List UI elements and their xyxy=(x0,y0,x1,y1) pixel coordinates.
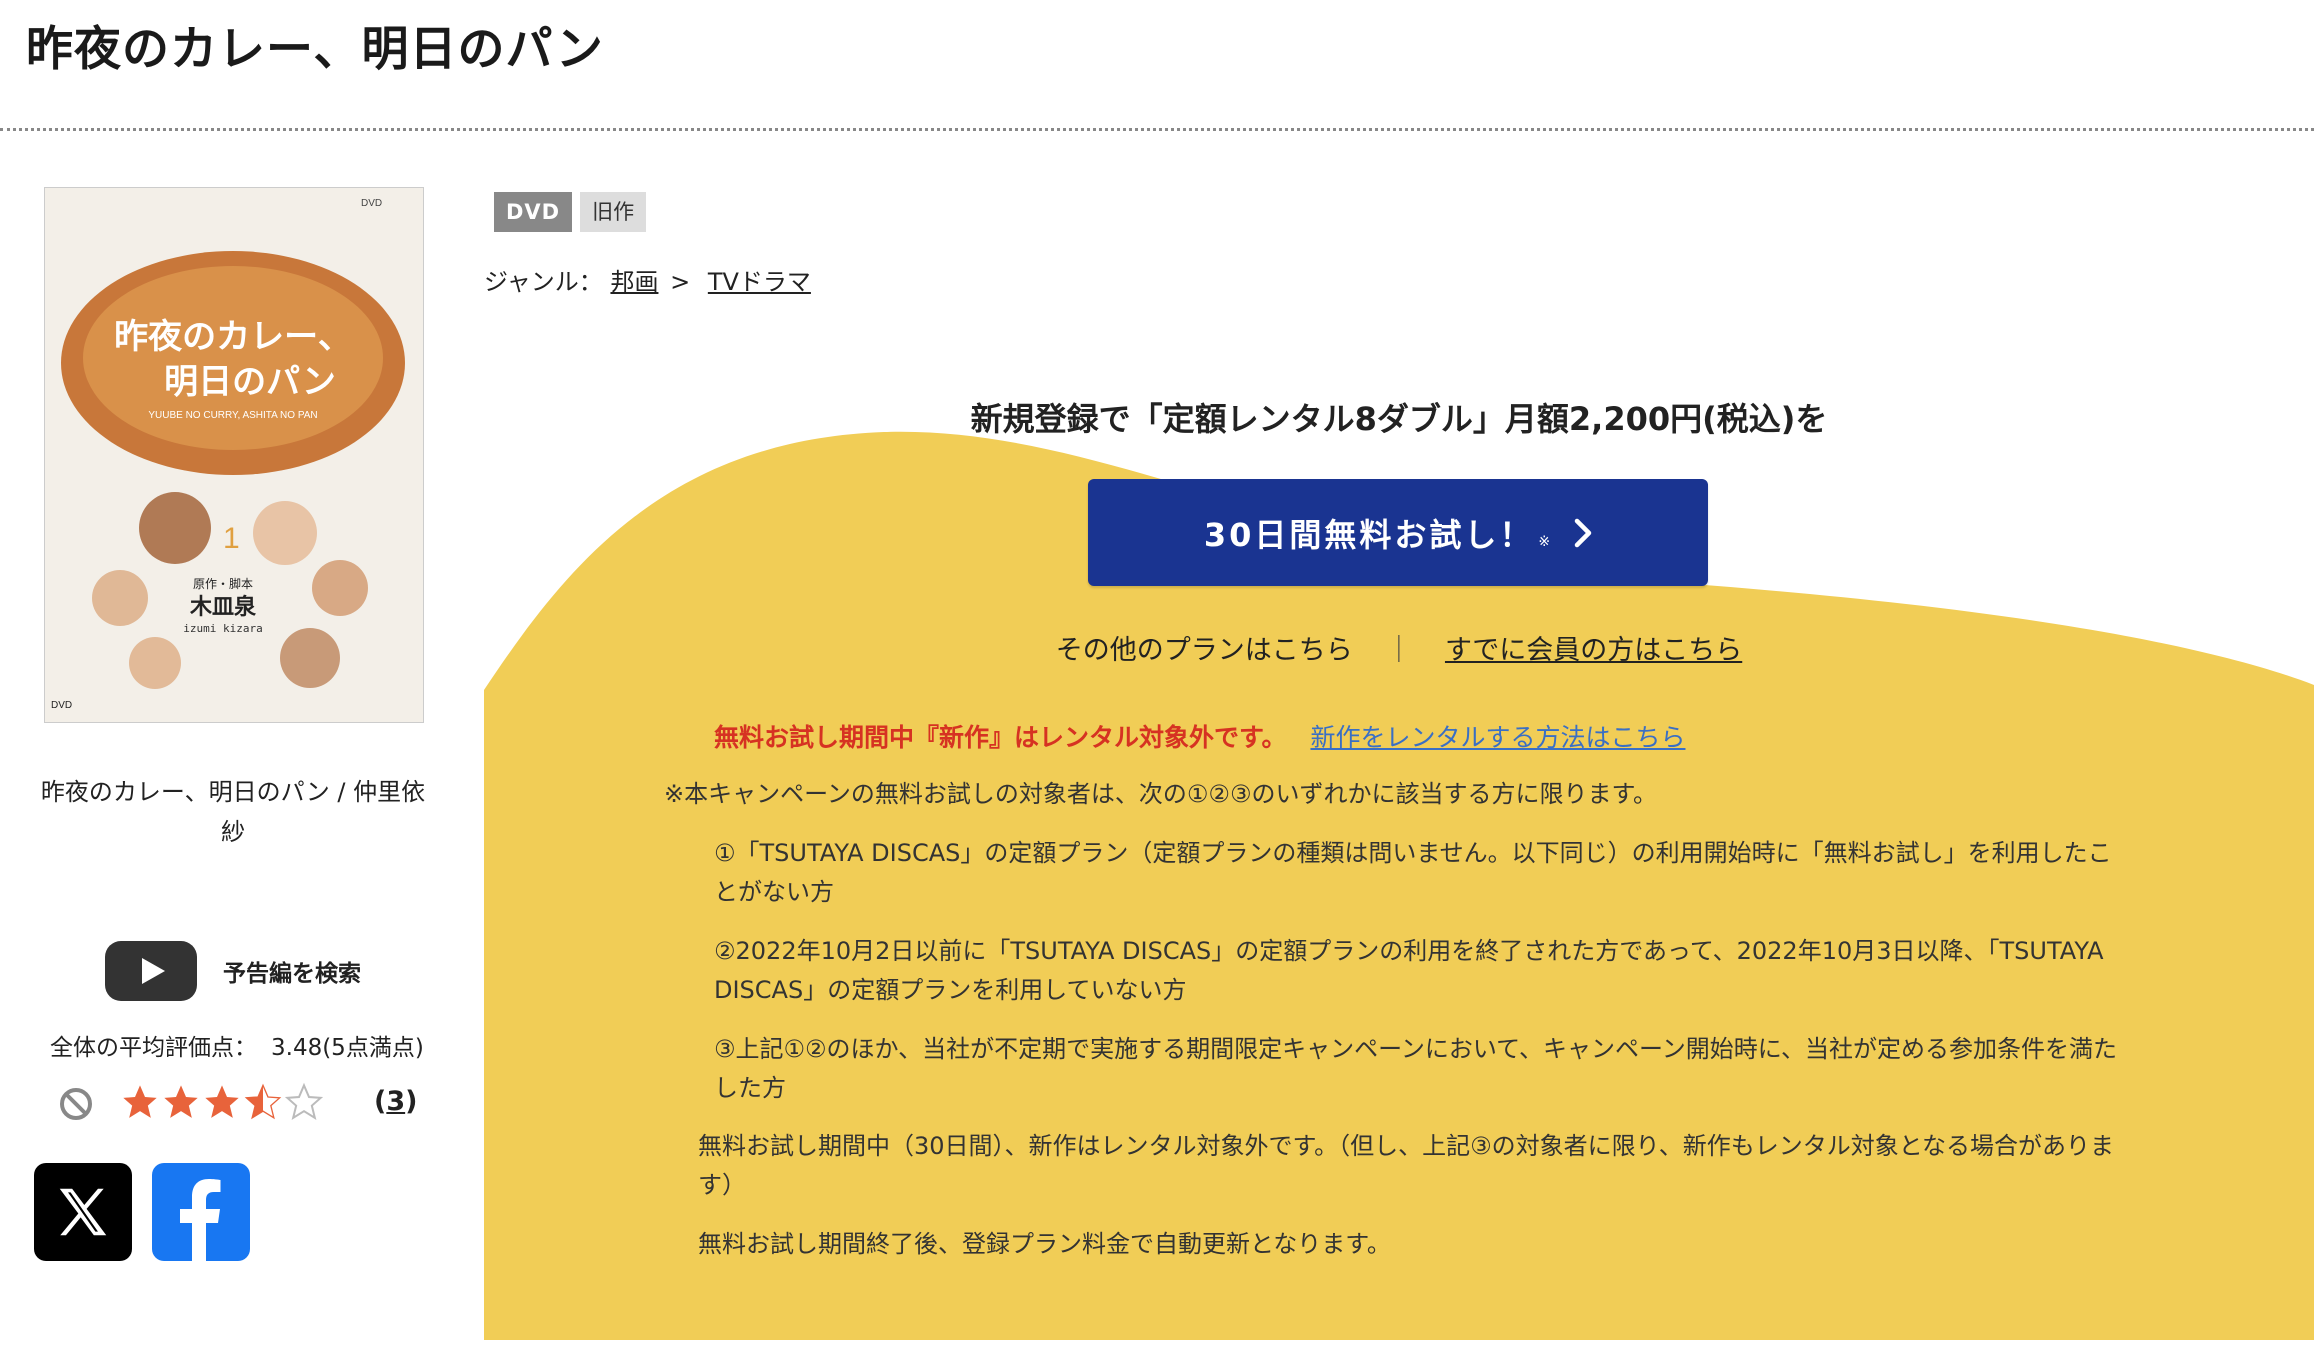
chevron-right-icon xyxy=(1574,518,1592,547)
rating-row: (3) xyxy=(58,1082,418,1130)
free-trial-note: ※ xyxy=(1538,533,1551,550)
average-rating-label: 全体の平均評価点： xyxy=(50,1035,257,1061)
title-divider xyxy=(0,128,2314,131)
star-empty-icon xyxy=(284,1082,324,1120)
conditions-intro: ※本キャンペーンの無料お試しの対象者は、次の①②③のいずれかに該当する方に限りま… xyxy=(664,780,1658,808)
badges: DVD 旧作 xyxy=(494,192,654,232)
average-rating-value: 3.48(5点満点) xyxy=(271,1035,424,1061)
svg-text:昨夜のカレー、: 昨夜のカレー、 xyxy=(114,317,352,357)
badge-dvd: DVD xyxy=(494,192,573,232)
product-name: 昨夜のカレー、明日のパン / 仲里依紗 xyxy=(40,778,426,846)
plan-links: その他のプランはこちら ｜ すでに会員の方はこちら xyxy=(484,628,2314,667)
warning-text: 無料お試し期間中『新作』はレンタル対象外です。 xyxy=(714,723,1287,752)
genre-separator: > xyxy=(670,268,691,296)
page-title: 昨夜のカレー、明日のパン xyxy=(26,22,604,77)
new-release-warning: 無料お試し期間中『新作』はレンタル対象外です。 新作をレンタルする方法はこちら xyxy=(714,718,1685,754)
condition-item-3: ③上記①②のほか、当社が不定期で実施する期間限定キャンペーンにおいて、キャンペー… xyxy=(714,1035,2118,1102)
cover-author-romaji: izumi kizara xyxy=(183,622,262,635)
x-logo-icon xyxy=(59,1188,107,1236)
cover-author-role: 原作・脚本 xyxy=(193,576,253,591)
promo-headline: 新規登録で「定額レンタル8ダブル」月額2,200円(税込)を xyxy=(970,400,1828,438)
trailer-label: 予告編を検索 xyxy=(223,961,361,987)
star-full-icon xyxy=(205,1085,239,1118)
share-x-button[interactable] xyxy=(34,1163,132,1261)
rent-new-release-link[interactable]: 新作をレンタルする方法はこちら xyxy=(1310,723,1685,752)
existing-member-link[interactable]: すでに会員の方はこちら xyxy=(1445,635,1742,666)
facebook-logo-icon xyxy=(180,1179,221,1261)
other-plans-link[interactable]: その他のプランはこちら xyxy=(1056,635,1353,666)
star-full-icon xyxy=(123,1085,157,1118)
youtube-play-icon xyxy=(105,941,197,1001)
condition-item-1: ①「TSUTAYA DISCAS」の定額プラン（定額プランの種類は問いません。以… xyxy=(714,839,2112,906)
average-rating: 全体の平均評価点： 3.48(5点満点) xyxy=(50,1028,424,1062)
no-rating-icon[interactable] xyxy=(58,1086,94,1122)
trial-note-new-release: 無料お試し期間中（30日間）、新作はレンタル対象外です。（但し、上記③の対象者に… xyxy=(698,1132,2114,1199)
cover-label: DVD xyxy=(361,198,382,209)
svg-text:DVD: DVD xyxy=(51,700,72,711)
genre-link-houga[interactable]: 邦画 xyxy=(610,268,658,296)
star-half-icon xyxy=(244,1083,282,1120)
cover-author: 木皿泉 xyxy=(189,594,257,620)
trailer-search-button[interactable]: 予告編を検索 xyxy=(105,941,361,1001)
link-divider: ｜ xyxy=(1385,635,1413,666)
star-rating[interactable] xyxy=(120,1082,325,1128)
genre-label: ジャンル： xyxy=(484,268,603,296)
free-trial-button[interactable]: 30日間無料お試し！ ※ xyxy=(1088,479,1708,586)
cover-volume: 1 xyxy=(223,522,240,555)
trial-note-auto-renew: 無料お試し期間終了後、登録プラン料金で自動更新となります。 xyxy=(698,1230,1391,1258)
cover-romaji: YUUBE NO CURRY, ASHITA NO PAN xyxy=(148,410,317,421)
share-facebook-button[interactable] xyxy=(152,1163,250,1261)
review-count-link[interactable]: 3 xyxy=(386,1086,405,1117)
svg-text:明日のパン: 明日のパン xyxy=(164,362,336,402)
badge-old-release: 旧作 xyxy=(580,192,647,232)
star-full-icon xyxy=(164,1085,198,1118)
product-cover-image[interactable]: DVD 昨夜のカレー、 明日のパン YUUBE NO CURRY, ASHITA… xyxy=(44,187,424,723)
review-count: (3) xyxy=(374,1086,418,1117)
free-trial-label: 30日間無料お試し！ xyxy=(1203,515,1535,554)
genre-breadcrumb: ジャンル： 邦画 > TVドラマ xyxy=(484,262,811,297)
genre-link-tv-drama[interactable]: TVドラマ xyxy=(708,268,811,296)
condition-item-2: ②2022年10月2日以前に「TSUTAYA DISCAS」の定額プランの利用を… xyxy=(714,937,2104,1004)
